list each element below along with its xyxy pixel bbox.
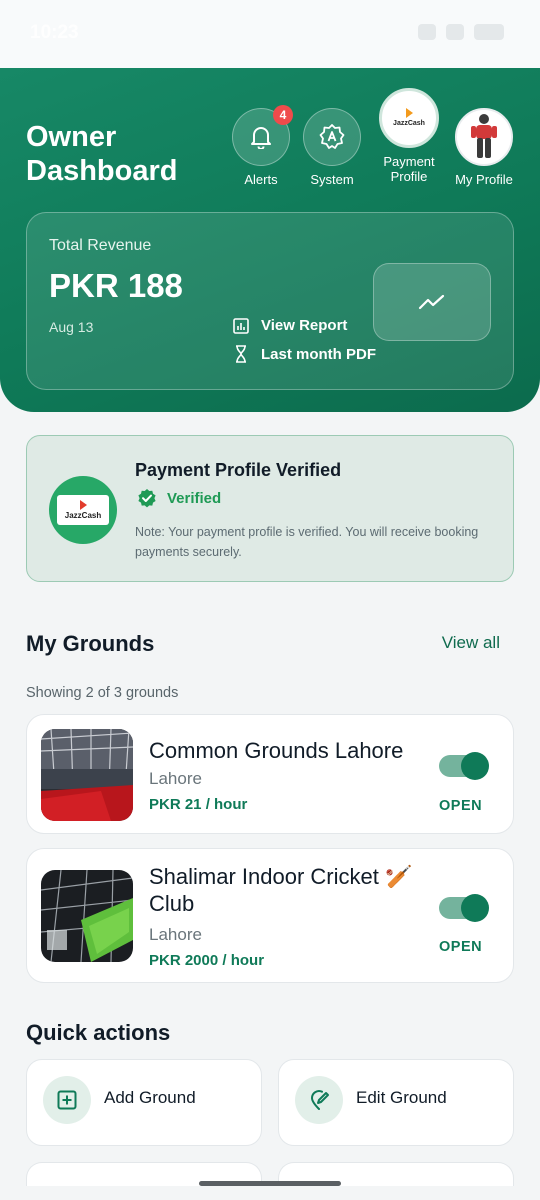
ground-price: PKR 21 / hour [149,796,248,813]
revenue-date: Aug 13 [49,319,94,335]
ground-status: OPEN [439,939,483,955]
edit-ground-label: Edit Ground [356,1088,447,1107]
grounds-count: Showing 2 of 3 grounds [26,685,179,701]
ground-price: PKR 2000 / hour [149,952,265,969]
ground-city: Lahore [149,769,202,788]
payment-verified-title: Payment Profile Verified [135,460,342,480]
ground-card[interactable]: Common Grounds Lahore Lahore PKR 21 / ho… [26,714,514,834]
plus-square-icon [57,1090,77,1110]
my-grounds-title: My Grounds [26,631,155,656]
revenue-value: PKR 188 [49,267,183,304]
airplane-icon [446,24,464,40]
view-report-label: View Report [261,317,348,334]
profile-person-icon [471,114,497,158]
status-icons [418,24,504,40]
last-month-pdf-label: Last month PDF [261,345,376,363]
ground-thumbnail [41,870,133,962]
add-ground-button[interactable]: Add Ground [26,1059,262,1146]
quick-actions-title: Quick actions [26,1020,171,1045]
ground-open-toggle[interactable] [439,752,489,780]
alerts-circle: 4 [232,105,293,166]
revenue-label: Total Revenue [49,237,152,254]
jazzcash-verified-logo-text: JazzCash [64,511,102,520]
ground-card[interactable]: Shalimar Indoor Cricket 🏏 Club Lahore PK… [26,848,514,983]
system-badge-icon [319,124,345,149]
alerts-button[interactable]: 4 Alerts [232,105,293,187]
jazzcash-verified-logo: JazzCash [49,476,117,544]
page-title: Owner Dashboard [26,121,178,187]
home-indicator[interactable] [199,1181,341,1186]
edit-pin-icon [311,1090,329,1110]
payment-note: Note: Your payment profile is verified. … [135,525,479,559]
alerts-label: Alerts [244,172,278,187]
payment-profile-label: Payment Profile [383,154,435,184]
view-report-link[interactable]: View Report [233,317,347,334]
hourglass-icon [236,345,246,363]
jazzcash-logo-box: JazzCash [57,495,109,525]
last-month-pdf-link[interactable]: Last month PDF [233,345,376,363]
status-bar: 10:23 [0,0,540,68]
jazzcash-logo: JazzCash [379,88,439,148]
jazzcash-logo-text: JazzCash [393,120,425,127]
view-all-link[interactable]: View all [442,633,500,653]
ground-photo-image [41,870,133,962]
system-button[interactable]: System [303,108,361,187]
my-profile-label: My Profile [455,172,513,187]
bar-chart-icon [233,317,249,334]
toggle-knob [461,752,489,780]
system-circle [303,108,361,166]
qa-icon-wrap [295,1076,343,1124]
ground-open-toggle[interactable] [439,894,489,922]
edit-ground-button[interactable]: Edit Ground [278,1059,514,1146]
revenue-card: Total Revenue PKR 188 Aug 13 View Report… [26,212,514,390]
bell-icon [251,127,271,149]
wifi-icon [418,24,436,40]
toggle-knob [461,894,489,922]
jazzcash-logo-mark: JazzCash [393,108,425,128]
ground-photo-image [41,729,133,821]
verified-check-icon [138,489,156,508]
trending-up-icon [418,294,445,310]
system-label: System [310,172,354,187]
avatar [455,108,513,166]
battery-icon [474,24,504,40]
ground-thumbnail [41,729,133,821]
add-ground-label: Add Ground [104,1088,196,1107]
verified-status: Verified [137,488,221,508]
payment-verified-card[interactable]: JazzCash Payment Profile Verified Verifi… [26,435,514,582]
ground-status: OPEN [439,798,483,814]
qa-icon-wrap [43,1076,91,1124]
my-profile-button[interactable]: My Profile [455,108,513,187]
payment-profile-button[interactable]: JazzCash Payment Profile [374,88,444,184]
ground-name: Shalimar Indoor Cricket 🏏 Club [149,864,413,916]
verified-label: Verified [167,489,222,507]
ground-city: Lahore [149,925,202,944]
status-time: 10:23 [30,22,79,43]
ground-name: Common Grounds Lahore [149,738,404,763]
trend-button[interactable] [373,263,491,341]
dashboard-header: Owner Dashboard 4 Alerts System JazzCash… [0,68,540,412]
alerts-badge: 4 [273,105,293,125]
